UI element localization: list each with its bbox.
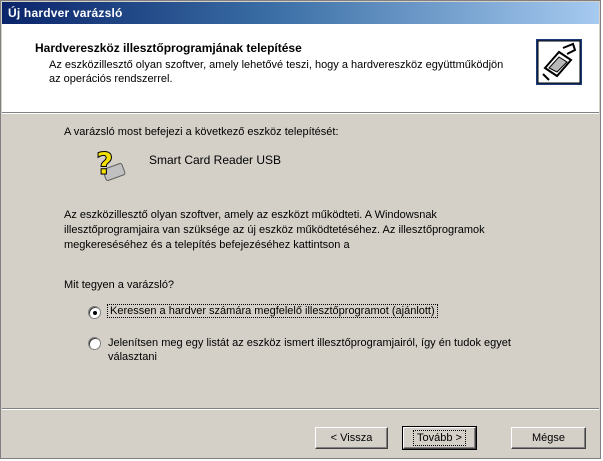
option-show-list-label[interactable]: Jelenítsen meg egy listát az eszköz isme… <box>108 336 548 364</box>
intro-text: A varázsló most befejezi a következő esz… <box>64 126 339 138</box>
wizard-window: Új hardver varázsló Hardvereszköz illesz… <box>0 0 601 459</box>
option-show-list[interactable]: Jelenítsen meg egy listát az eszköz isme… <box>88 336 548 364</box>
option-search-driver-label[interactable]: Keressen a hardver számára megfelelő ill… <box>107 304 438 318</box>
wizard-content: A varázsló most befejezi a következő esz… <box>2 114 599 400</box>
header-description: Az eszközillesztő olyan szoftver, amely … <box>49 59 504 85</box>
window-title: Új hardver varázsló <box>8 6 123 20</box>
title-bar[interactable]: Új hardver varázsló <box>2 2 599 24</box>
cancel-button[interactable]: Mégse <box>511 427 586 449</box>
hardware-install-icon <box>536 39 582 85</box>
unknown-device-icon: ? <box>96 147 126 183</box>
question-label: Mit tegyen a varázsló? <box>64 279 175 291</box>
cancel-button-label[interactable]: Mégse <box>529 431 568 445</box>
option-search-driver[interactable]: Keressen a hardver számára megfelelő ill… <box>88 304 438 319</box>
info-text: Az eszközillesztő olyan szoftver, amely … <box>64 209 485 251</box>
wizard-header: Hardvereszköz illesztőprogramjának telep… <box>2 24 599 114</box>
svg-text:?: ? <box>96 147 113 182</box>
back-button-label[interactable]: < Vissza <box>328 431 376 445</box>
next-button-label[interactable]: Tovább > <box>413 430 466 446</box>
header-title: Hardvereszköz illesztőprogramjának telep… <box>35 41 302 55</box>
device-name: Smart Card Reader USB <box>149 153 282 167</box>
next-button[interactable]: Tovább > <box>402 426 477 450</box>
radio-show-list[interactable] <box>88 337 101 350</box>
footer-separator <box>2 408 599 410</box>
back-button[interactable]: < Vissza <box>315 427 388 449</box>
radio-search-driver[interactable] <box>88 306 101 319</box>
